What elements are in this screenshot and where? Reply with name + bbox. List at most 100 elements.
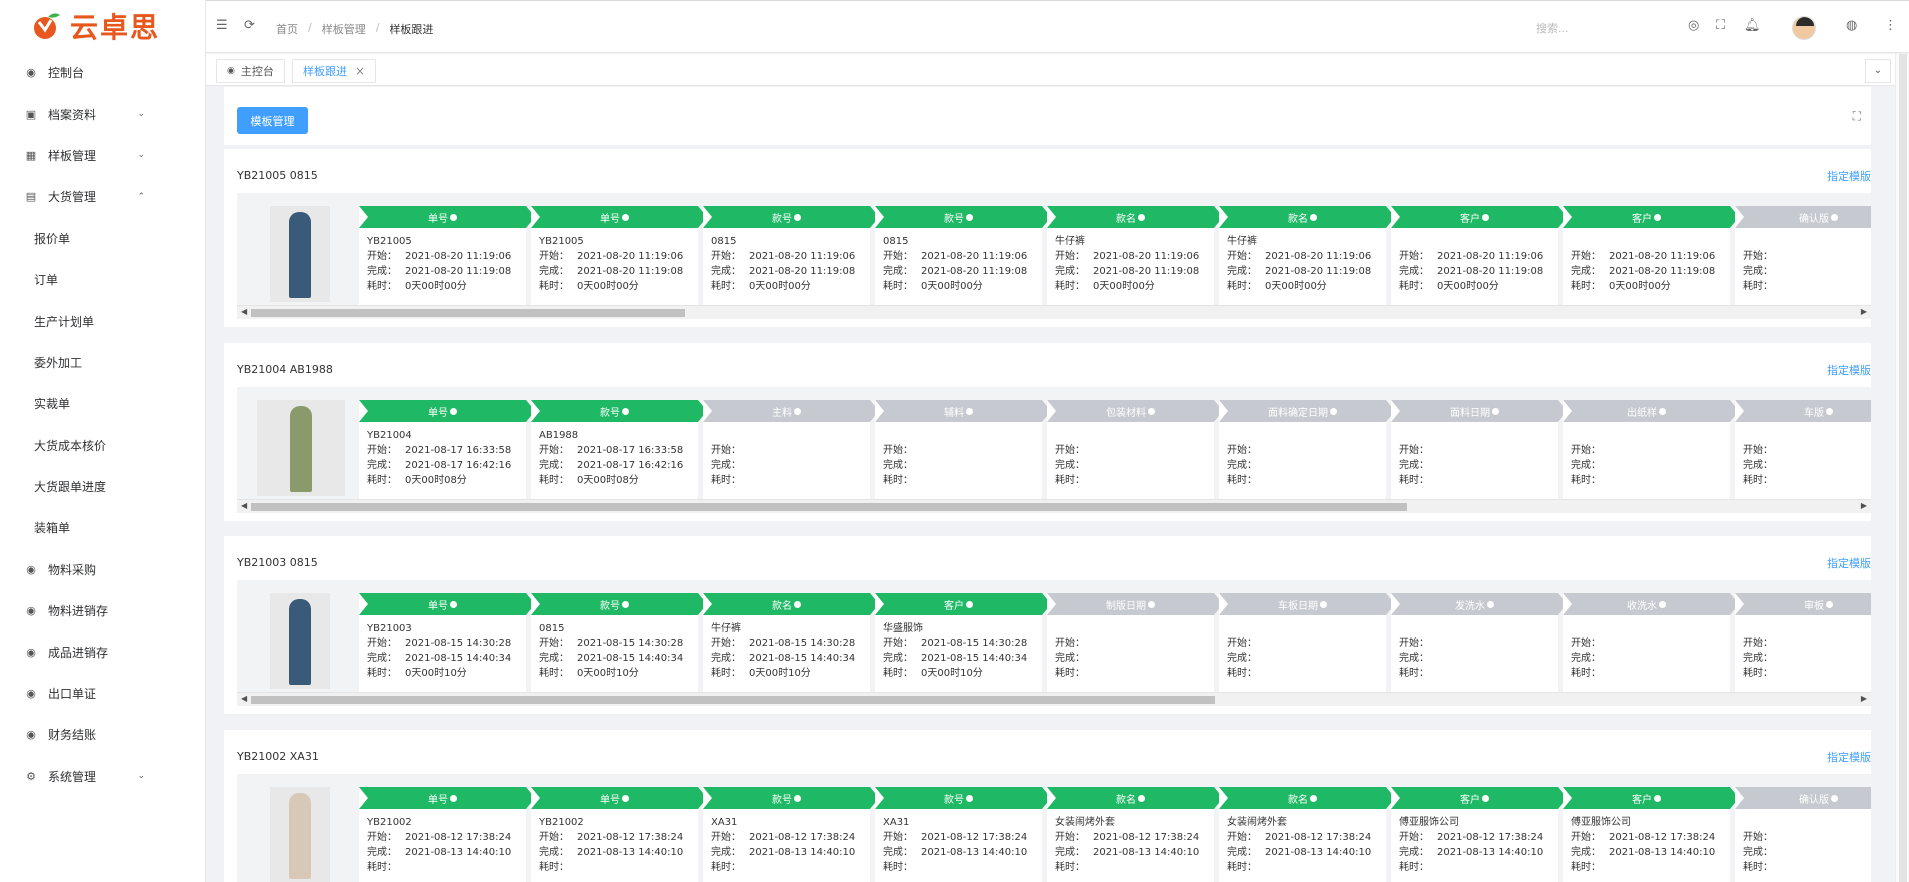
page-scrollbar[interactable] — [1895, 54, 1909, 882]
sidebar-item-1[interactable]: ▣ 档案资料 ⌄ — [0, 93, 205, 134]
avatar[interactable] — [1792, 16, 1816, 40]
status-dot-icon — [1487, 600, 1494, 608]
refresh-icon[interactable]: ⟳ — [244, 18, 255, 33]
elapsed-time-row: 耗时： — [1571, 666, 1722, 681]
finish-time-row: 完成： — [1743, 458, 1871, 473]
step-header: 包装材料 — [1047, 400, 1223, 422]
assign-template-link[interactable]: 指定模版 — [1827, 555, 1871, 571]
close-icon[interactable]: × — [355, 64, 365, 78]
sidebar-item-9[interactable]: 大货成本核价 — [0, 425, 205, 466]
dashboard-icon: ◉ — [227, 66, 235, 76]
step-header: 客户 — [1391, 206, 1567, 228]
step-detail: 开始： 完成： 耗时： — [1219, 615, 1386, 693]
start-time-row: 开始： 2021-08-12 17:38:24 — [1055, 830, 1206, 845]
sidebar-item-16[interactable]: ◉ 财务结账 — [0, 714, 205, 755]
finish-time-label: 完成： — [1743, 847, 1773, 858]
sidebar-item-15[interactable]: ◉ 出口单证 — [0, 673, 205, 714]
sidebar-item-10[interactable]: 大货跟单进度 — [0, 466, 205, 507]
scroll-left-icon[interactable]: ◀ — [241, 501, 247, 510]
tabs-dropdown-icon[interactable]: ⌄ — [1865, 59, 1891, 83]
step-name: 单号 — [428, 213, 448, 225]
step-item: 款号 0815 开始： 2021-08-20 11:19:06 完成： 2021-08-2… — [875, 206, 1051, 306]
finish-time: 2021-08-13 14:40:10 — [749, 847, 856, 858]
breadcrumb-sample-management[interactable]: 样板管理 — [322, 21, 366, 37]
step-name: 车板日期 — [1278, 600, 1318, 612]
search-input[interactable]: 搜索... — [1536, 20, 1656, 36]
step-item: 收洗水 开始： 完成： 耗时： — [1563, 593, 1739, 693]
sidebar-item-11[interactable]: 装箱单 — [0, 507, 205, 548]
horizontal-scrollbar[interactable]: ◀ ▶ — [237, 499, 1871, 513]
sidebar-item-14[interactable]: ◉ 成品进销存 — [0, 631, 205, 672]
elapsed-time-label: 耗时： — [1055, 862, 1085, 873]
template-management-button[interactable]: 模板管理 — [237, 107, 308, 134]
scrollbar-thumb[interactable] — [1899, 54, 1907, 882]
scrollbar-thumb[interactable] — [251, 696, 1215, 704]
start-time-row: 开始： 2021-08-15 14:30:28 — [539, 636, 690, 651]
elapsed-time-label: 耗时： — [1571, 862, 1601, 873]
start-time-label: 开始： — [539, 832, 569, 843]
horizontal-scrollbar[interactable]: ◀ ▶ — [237, 692, 1871, 706]
github-icon[interactable]: ◎ — [1688, 18, 1699, 33]
sidebar-item-12[interactable]: ◉ 物料采购 — [0, 549, 205, 590]
elapsed-time-label: 耗时： — [1743, 862, 1773, 873]
step-header: 单号 — [531, 787, 707, 809]
scroll-right-icon[interactable]: ▶ — [1861, 307, 1867, 316]
scroll-right-icon[interactable]: ▶ — [1861, 501, 1867, 510]
fullscreen-icon[interactable]: ⛶ — [1716, 18, 1725, 33]
more-icon[interactable]: ⋮ — [1884, 18, 1897, 33]
step-name: 款名 — [1116, 794, 1136, 806]
finish-time-label: 完成： — [539, 266, 569, 277]
assign-template-link[interactable]: 指定模版 — [1827, 749, 1871, 765]
elapsed-time-label: 耗时： — [1227, 281, 1257, 292]
tab-dashboard[interactable]: ◉ 主控台 — [216, 59, 285, 83]
start-time-label: 开始： — [711, 638, 741, 649]
scrollbar-thumb[interactable] — [251, 503, 1407, 511]
finish-time-label: 完成： — [1571, 653, 1601, 664]
elapsed-time-label: 耗时： — [1743, 668, 1773, 679]
bell-icon[interactable]: 🔔︎ — [1744, 18, 1761, 33]
step-header: 款名 — [1219, 787, 1395, 809]
sidebar-item-2[interactable]: ▦ 样板管理 ⌄ — [0, 135, 205, 176]
start-time-row: 开始： — [1743, 249, 1871, 264]
product-image — [270, 787, 330, 882]
elapsed-time-label: 耗时： — [883, 475, 913, 486]
sidebar-item-5[interactable]: 订单 — [0, 259, 205, 300]
sidebar-item-8[interactable]: 实裁单 — [0, 383, 205, 424]
status-dot-icon — [966, 794, 973, 802]
elapsed-time: 0天00时00分 — [921, 281, 983, 292]
status-dot-icon — [1826, 600, 1833, 608]
sidebar-item-3[interactable]: ▤ 大货管理 ⌃ — [0, 176, 205, 217]
step-item: 单号 YB21002 开始： 2021-08-12 17:38:24 完成： 2021-0… — [359, 787, 535, 882]
menu-toggle-icon[interactable]: ☰ — [216, 18, 228, 33]
sidebar-item-0[interactable]: ◉ 控制台 — [0, 52, 205, 93]
finish-time-row: 完成： 2021-08-20 11:19:08 — [367, 264, 518, 279]
tab-sample-followup[interactable]: 样板跟进 × — [292, 59, 377, 83]
scroll-right-icon[interactable]: ▶ — [1861, 694, 1867, 703]
step-item: 主料 开始： 完成： 耗时： — [703, 400, 879, 500]
sidebar-item-7[interactable]: 委外加工 — [0, 342, 205, 383]
start-time-label: 开始： — [1571, 251, 1601, 262]
finish-time: 2021-08-13 14:40:10 — [1265, 847, 1372, 858]
scrollbar-thumb[interactable] — [251, 309, 685, 317]
sidebar-item-6[interactable]: 生产计划单 — [0, 300, 205, 341]
sidebar-item-label: 档案资料 — [48, 107, 97, 122]
finish-time: 2021-08-15 14:40:34 — [405, 653, 512, 664]
logo[interactable]: 云卓思 — [0, 0, 205, 52]
assign-template-link[interactable]: 指定模版 — [1827, 168, 1871, 184]
language-icon[interactable]: ◍ — [1846, 18, 1857, 33]
horizontal-scrollbar[interactable]: ◀ ▶ — [237, 305, 1871, 319]
sidebar-item-label: 成品进销存 — [48, 645, 109, 660]
start-time-row: 开始： 2021-08-17 16:33:58 — [539, 443, 690, 458]
finish-time-row: 完成： 2021-08-15 14:40:34 — [883, 651, 1034, 666]
scroll-left-icon[interactable]: ◀ — [241, 694, 247, 703]
expand-icon[interactable]: ⛶ — [1853, 109, 1861, 124]
start-time: 2021-08-12 17:38:24 — [1265, 832, 1372, 843]
finish-time-label: 完成： — [1227, 847, 1257, 858]
assign-template-link[interactable]: 指定模版 — [1827, 362, 1871, 378]
sidebar-item-13[interactable]: ◉ 物料进销存 — [0, 590, 205, 631]
breadcrumb-home[interactable]: 首页 — [276, 21, 298, 37]
elapsed-time-row: 耗时： — [1743, 473, 1871, 488]
sidebar-item-17[interactable]: ⚙ 系统管理 ⌄ — [0, 756, 205, 797]
sidebar-item-4[interactable]: 报价单 — [0, 218, 205, 259]
scroll-left-icon[interactable]: ◀ — [241, 307, 247, 316]
